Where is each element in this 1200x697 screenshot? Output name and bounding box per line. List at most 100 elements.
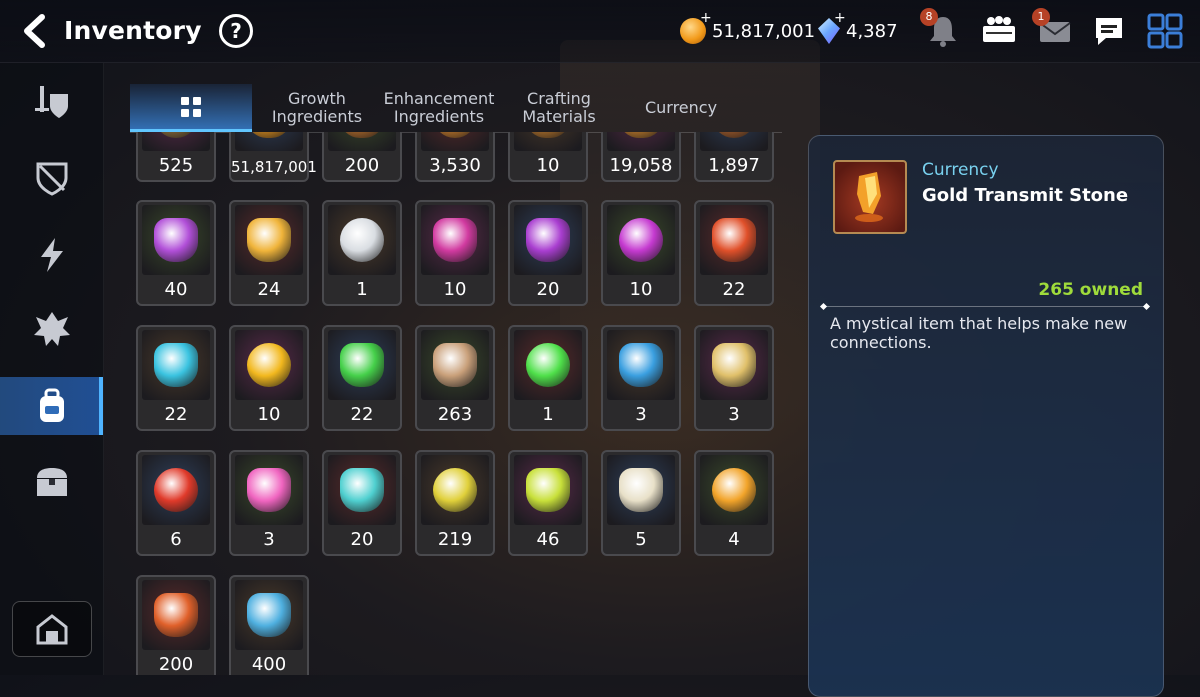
item-quantity: 6	[170, 529, 182, 550]
gold-currency[interactable]: + 51,817,001	[680, 10, 816, 46]
item-icon	[328, 455, 396, 525]
sidebar-item-memory[interactable]	[0, 300, 103, 358]
item-icon	[235, 455, 303, 525]
item-slot[interactable]: 3	[694, 325, 774, 431]
item-gem-icon	[712, 218, 756, 262]
detail-divider	[823, 306, 1147, 307]
item-slot[interactable]: 40	[136, 200, 216, 306]
item-quantity: 40	[164, 279, 188, 300]
item-quantity: 400	[251, 654, 287, 675]
item-slot[interactable]: 24	[229, 200, 309, 306]
sidebar-item-home[interactable]	[12, 601, 92, 657]
gold-amount: 51,817,001	[712, 20, 816, 42]
selected-item-icon	[833, 160, 907, 234]
item-slot[interactable]: 19,058	[601, 132, 681, 182]
item-gem-icon	[340, 218, 384, 262]
item-icon	[421, 455, 489, 525]
item-icon	[514, 330, 582, 400]
item-slot[interactable]: 22	[136, 325, 216, 431]
item-quantity: 5	[635, 529, 647, 550]
item-slot[interactable]: 20	[322, 450, 402, 556]
item-slot[interactable]: 200	[322, 132, 402, 182]
item-gem-icon	[247, 218, 291, 262]
item-slot[interactable]: 22	[694, 200, 774, 306]
item-quantity: 46	[536, 529, 560, 550]
item-slot[interactable]: 263	[415, 325, 495, 431]
tab-currency[interactable]: Currency	[620, 84, 742, 132]
grid-icon	[181, 96, 201, 117]
item-slot[interactable]: 1	[508, 325, 588, 431]
item-icon	[142, 330, 210, 400]
crystal-currency[interactable]: + 4,387	[818, 10, 898, 46]
item-icon	[421, 330, 489, 400]
item-slot[interactable]: 3,530	[415, 132, 495, 182]
item-slot[interactable]: 6	[136, 450, 216, 556]
item-icon	[235, 330, 303, 400]
item-icon	[607, 205, 675, 275]
item-icon	[700, 205, 768, 275]
item-quantity: 4	[728, 529, 740, 550]
item-quantity: 51,817,001	[231, 158, 317, 176]
item-gem-icon	[712, 343, 756, 387]
tab-growth-ingredients[interactable]: Growth Ingredients	[256, 84, 378, 132]
item-icon	[142, 455, 210, 525]
crystal-amount: 4,387	[846, 20, 898, 42]
item-quantity: 200	[344, 155, 380, 176]
sidebar-item-equipment[interactable]	[0, 73, 103, 131]
item-slot[interactable]: 46	[508, 450, 588, 556]
item-gem-icon	[433, 218, 477, 262]
tab-crafting-materials[interactable]: Crafting Materials	[498, 84, 620, 132]
monster-icon	[33, 312, 70, 346]
item-slot[interactable]: 10	[601, 200, 681, 306]
top-bar: Inventory ? + 51,817,001 + 4,387 8 1	[0, 0, 1200, 63]
tab-all[interactable]	[130, 84, 252, 132]
item-gem-icon	[619, 468, 663, 512]
sidebar-item-materials[interactable]	[0, 377, 103, 435]
category-sidebar	[0, 63, 104, 675]
item-slot[interactable]: 200	[136, 575, 216, 675]
item-slot[interactable]: 1,897	[694, 132, 774, 182]
item-slot[interactable]: 3	[601, 325, 681, 431]
item-slot[interactable]: 219	[415, 450, 495, 556]
mail-button[interactable]: 1	[1032, 8, 1074, 50]
item-slot[interactable]: 525	[136, 132, 216, 182]
item-quantity: 3	[263, 529, 275, 550]
item-gem-icon	[247, 132, 291, 138]
item-quantity: 200	[158, 654, 194, 675]
notification-bell-button[interactable]: 8	[920, 8, 962, 50]
item-quantity: 219	[437, 529, 473, 550]
item-gem-icon	[154, 468, 198, 512]
sidebar-item-chests[interactable]	[0, 453, 103, 511]
back-arrow-icon[interactable]	[18, 14, 52, 48]
friends-button[interactable]	[980, 12, 1018, 50]
item-quantity: 10	[443, 279, 467, 300]
backpack-icon	[39, 388, 64, 422]
item-slot[interactable]: 20	[508, 200, 588, 306]
sidebar-item-artifact[interactable]	[0, 149, 103, 207]
item-slot[interactable]: 4	[694, 450, 774, 556]
item-slot[interactable]: 3	[229, 450, 309, 556]
sidebar-item-catalyst[interactable]	[0, 226, 103, 284]
item-slot[interactable]: 51,817,001	[229, 132, 317, 182]
help-button[interactable]: ?	[219, 14, 253, 48]
chat-button[interactable]	[1090, 12, 1128, 50]
item-slot[interactable]: 5	[601, 450, 681, 556]
item-slot[interactable]: 10	[229, 325, 309, 431]
item-slot[interactable]: 10	[508, 132, 588, 182]
selected-item-name: Gold Transmit Stone	[922, 185, 1129, 206]
item-icon	[235, 132, 303, 151]
main-menu-button[interactable]	[1146, 12, 1184, 50]
item-slot[interactable]: 10	[415, 200, 495, 306]
gold-transmit-stone-icon	[855, 172, 883, 222]
item-slot[interactable]: 400	[229, 575, 309, 675]
chat-bubble-icon	[1096, 18, 1122, 45]
item-quantity: 1	[356, 279, 368, 300]
item-quantity: 22	[350, 404, 374, 425]
item-gem-icon	[712, 132, 756, 138]
tab-enhancement-ingredients[interactable]: Enhancement Ingredients	[378, 84, 500, 132]
item-slot[interactable]: 22	[322, 325, 402, 431]
item-slot[interactable]: 1	[322, 200, 402, 306]
item-icon	[142, 132, 210, 151]
item-gem-icon	[712, 468, 756, 512]
page-title: Inventory	[64, 16, 202, 45]
